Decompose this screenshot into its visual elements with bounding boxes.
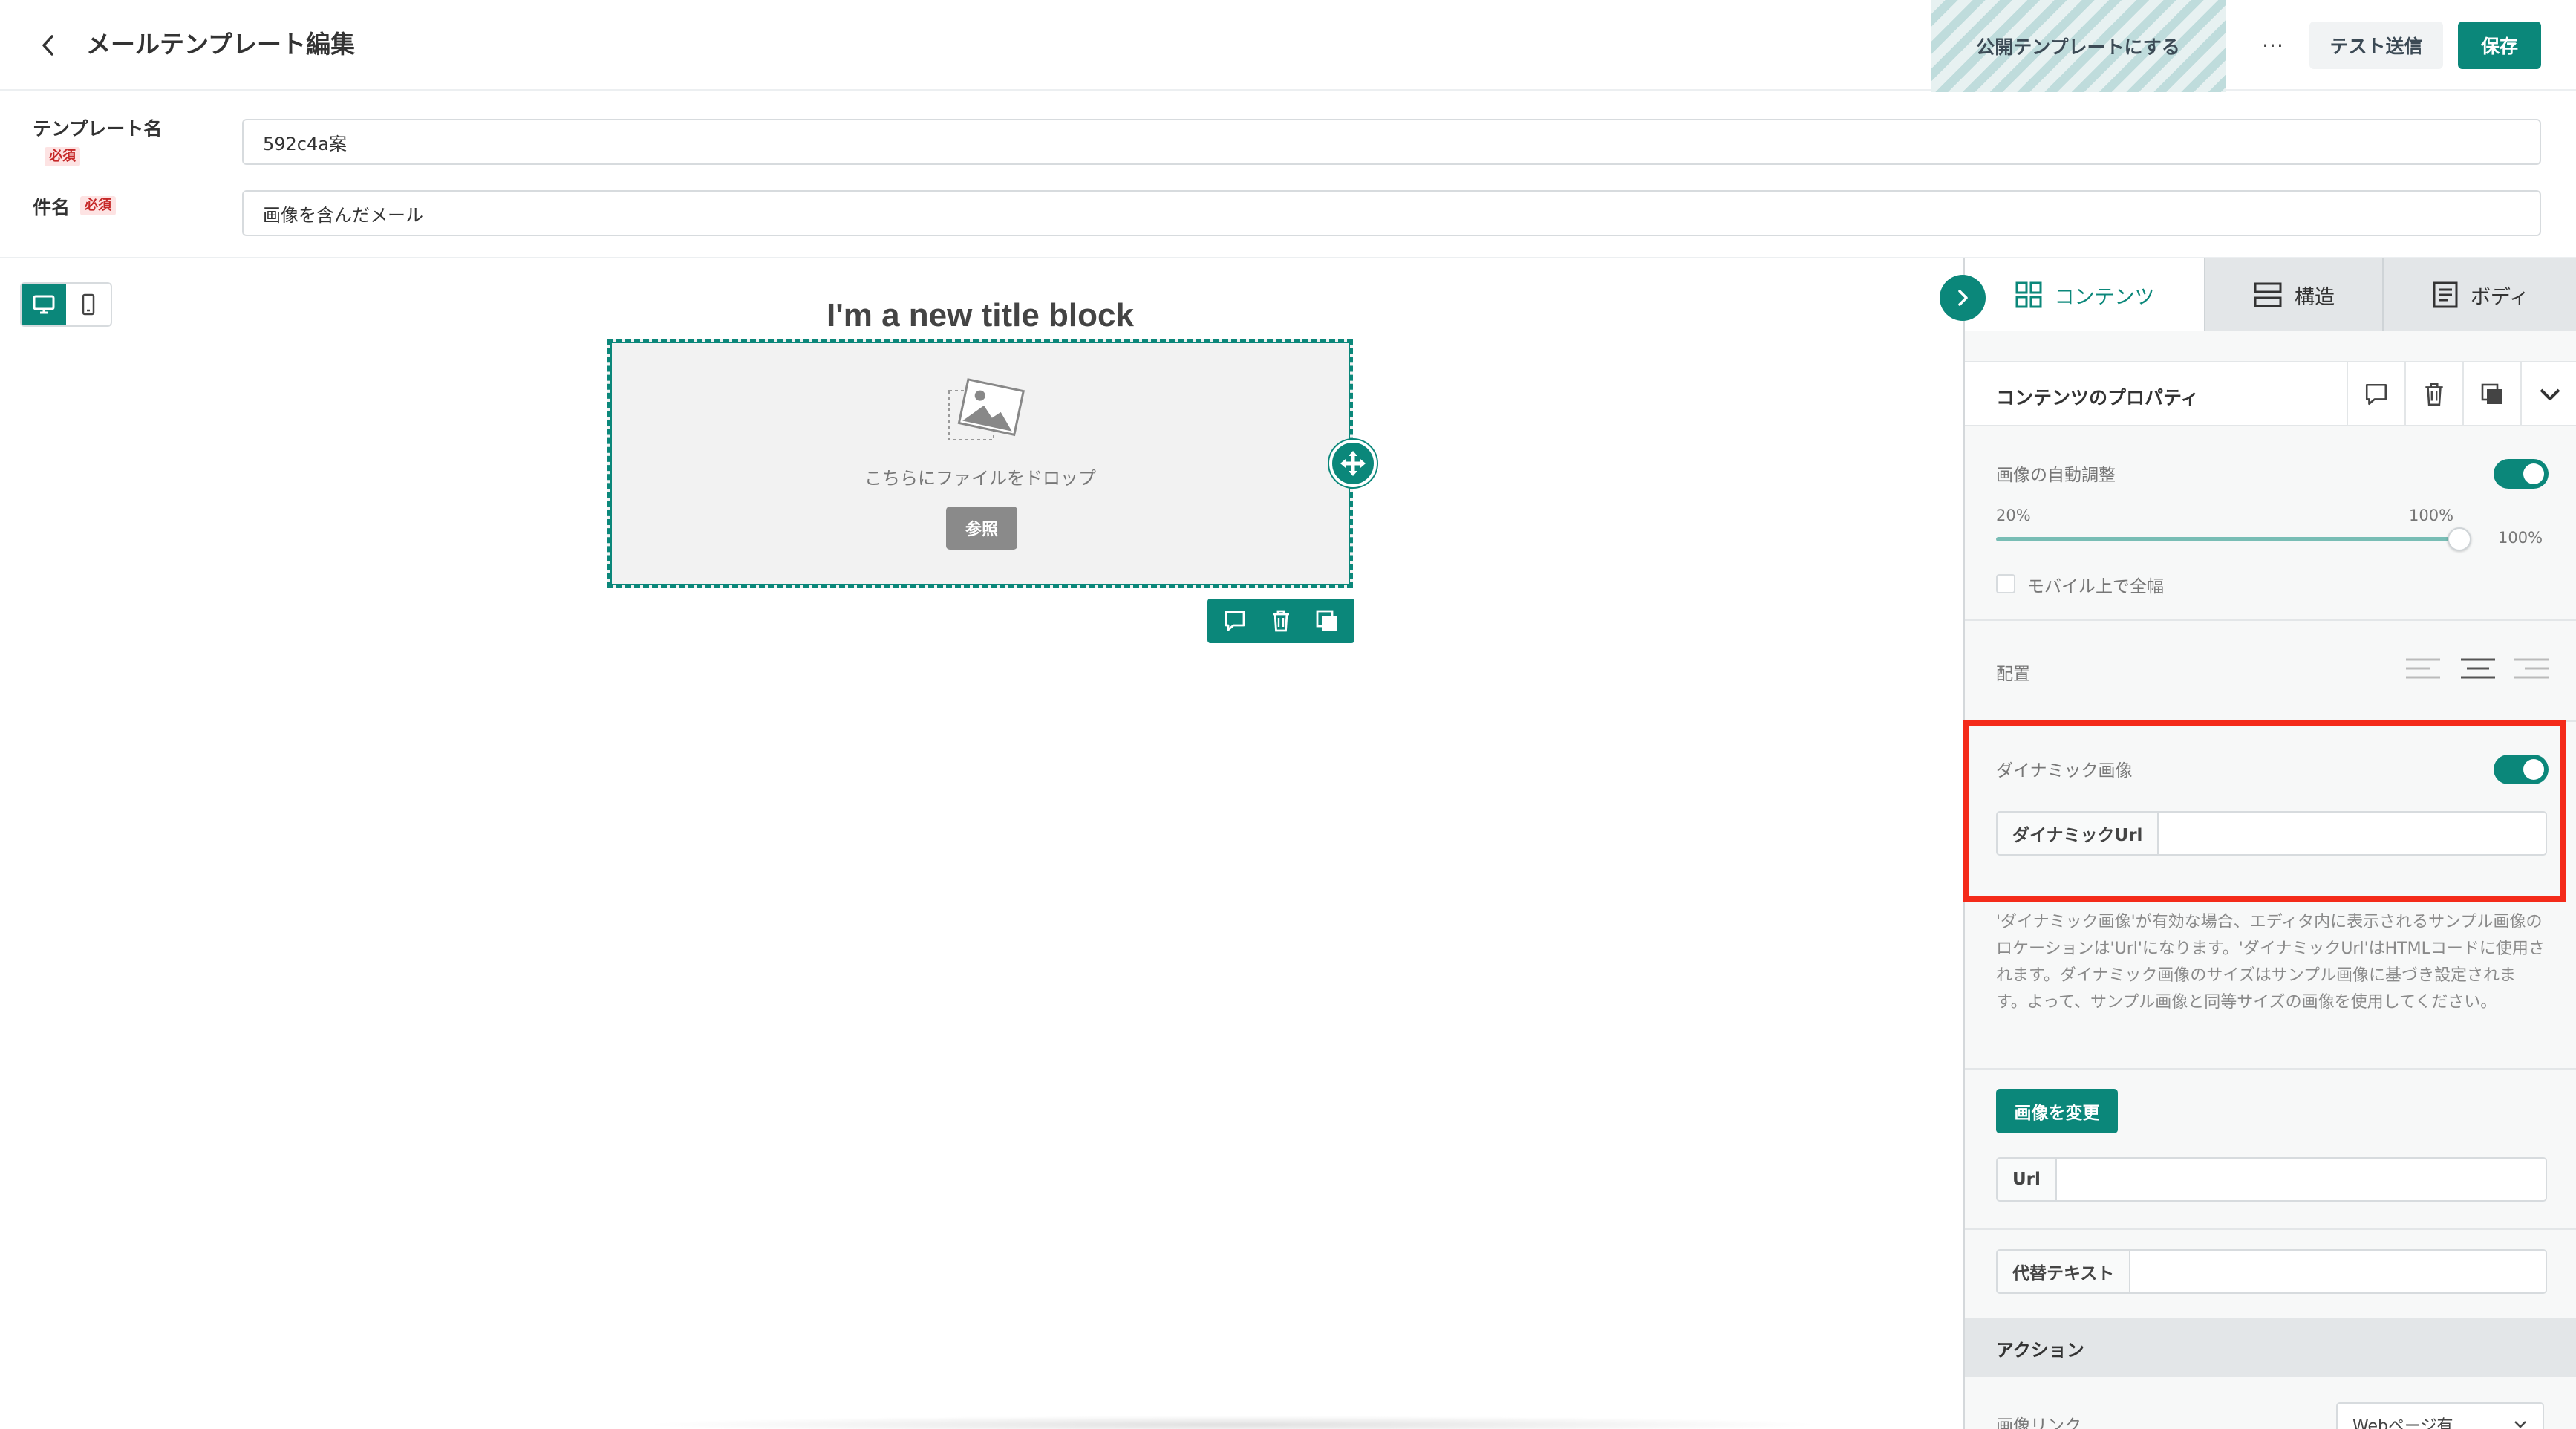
- content-properties-header: コンテンツのプロパティ: [1965, 361, 2576, 426]
- width-slider-thumb[interactable]: [2448, 527, 2471, 551]
- divider: [1965, 619, 2576, 621]
- duplicate-icon: [1316, 610, 1337, 631]
- action-section-title: アクション: [1996, 1340, 2084, 1361]
- title-block[interactable]: I'm a new title block: [609, 297, 1351, 334]
- chevron-down-icon: [2540, 388, 2560, 400]
- delete-block-button[interactable]: [1260, 602, 1302, 640]
- duplicate-icon: [2481, 383, 2502, 404]
- delete-button[interactable]: [2404, 362, 2462, 426]
- mobile-view-button[interactable]: [66, 284, 111, 325]
- content-properties-title: コンテンツのプロパティ: [1996, 387, 2200, 408]
- url-input[interactable]: [2056, 1159, 2546, 1200]
- image-link-select[interactable]: Webページ有: [2336, 1402, 2544, 1429]
- slider-value-label: 100%: [2498, 529, 2543, 547]
- desktop-icon: [33, 295, 55, 314]
- grid-icon: [2015, 281, 2041, 308]
- align-center-icon[interactable]: [2458, 654, 2498, 683]
- alt-text-field: 代替テキスト: [1996, 1249, 2547, 1294]
- document-icon: [2433, 281, 2458, 308]
- mobile-full-width-label: モバイル上で全幅: [2027, 577, 2164, 596]
- mobile-full-width-checkbox[interactable]: [1996, 574, 2015, 593]
- required-badge: 必須: [80, 196, 116, 215]
- alt-text-input[interactable]: [2130, 1251, 2546, 1292]
- move-handle[interactable]: [1329, 440, 1377, 487]
- dynamic-image-help-text: 'ダイナミック画像'が有効な場合、エディタ内に表示されるサンプル画像のロケーショ…: [1996, 913, 2545, 1012]
- image-placeholder-icon: [948, 378, 1025, 440]
- template-name-input[interactable]: [242, 119, 2541, 165]
- action-section-header: アクション: [1965, 1318, 2576, 1377]
- panel-tabs: コンテンツ 構造 ボディ: [1965, 258, 2576, 331]
- required-badge: 必須: [45, 147, 80, 166]
- template-form: テンプレート名 必須 件名 必須: [0, 92, 2576, 258]
- change-image-button[interactable]: 画像を変更: [1996, 1089, 2118, 1133]
- divider: [1965, 1228, 2576, 1230]
- publish-template-button[interactable]: 公開テンプレートにする: [1931, 0, 2226, 92]
- comment-button[interactable]: [1214, 602, 1256, 640]
- drop-zone-text: こちらにファイルをドロップ: [864, 468, 1096, 489]
- chevron-down-icon: [2514, 1421, 2526, 1428]
- tab-structure-label: 構造: [2295, 285, 2335, 309]
- template-name-label: テンプレート名: [33, 118, 163, 140]
- auto-resize-label: 画像の自動調整: [1996, 466, 2116, 485]
- duplicate-block-button[interactable]: [1306, 602, 1348, 640]
- rows-icon: [2254, 282, 2282, 307]
- move-arrows-icon: [1340, 451, 1366, 476]
- page-title: メールテンプレート編集: [86, 30, 356, 59]
- collapse-panel-button[interactable]: [1940, 275, 1986, 321]
- block-toolbar: [1207, 599, 1354, 643]
- dynamic-image-highlight-box: [1963, 720, 2566, 902]
- tab-body-label: ボディ: [2470, 285, 2530, 309]
- comment-icon: [2365, 383, 2387, 406]
- canvas-bottom-shadow: [639, 1416, 1827, 1429]
- collapse-properties-button[interactable]: [2520, 362, 2576, 426]
- url-addon: Url: [1998, 1159, 2057, 1200]
- tab-structure[interactable]: 構造: [2204, 258, 2382, 331]
- slider-max-label: 100%: [2409, 507, 2454, 524]
- trash-icon: [1273, 610, 1289, 632]
- alignment-label: 配置: [1996, 665, 2030, 684]
- divider: [1965, 1068, 2576, 1070]
- save-button[interactable]: 保存: [2458, 22, 2541, 69]
- slider-min-label: 20%: [1996, 507, 2031, 524]
- desktop-view-button[interactable]: [22, 284, 66, 325]
- device-preview-toggle: [20, 282, 112, 327]
- auto-resize-toggle[interactable]: [2494, 459, 2549, 489]
- tab-content[interactable]: コンテンツ: [1965, 258, 2204, 331]
- more-options-button[interactable]: ···: [2250, 22, 2296, 68]
- browse-button[interactable]: 参照: [946, 507, 1017, 550]
- duplicate-button[interactable]: [2462, 362, 2520, 426]
- image-link-value: Webページ有: [2352, 1417, 2453, 1429]
- comment-icon: [1225, 611, 1245, 631]
- alt-text-addon: 代替テキスト: [1998, 1251, 2131, 1292]
- chevron-left-icon: [42, 35, 53, 56]
- image-link-label: 画像リンク: [1996, 1416, 2081, 1429]
- trash-icon: [2425, 383, 2443, 406]
- tab-content-label: コンテンツ: [2054, 285, 2155, 309]
- align-left-icon[interactable]: [2403, 654, 2443, 683]
- comment-button[interactable]: [2347, 362, 2404, 426]
- image-block[interactable]: こちらにファイルをドロップ 参照: [607, 339, 1353, 588]
- chevron-right-icon: [1958, 290, 1968, 306]
- subject-label: 件名: [33, 197, 71, 218]
- test-send-button[interactable]: テスト送信: [2309, 22, 2443, 69]
- top-header: メールテンプレート編集 公開テンプレートにする ··· テスト送信 保存: [0, 0, 2576, 92]
- back-button[interactable]: [30, 27, 67, 64]
- url-field: Url: [1996, 1157, 2547, 1202]
- tab-body[interactable]: ボディ: [2382, 258, 2576, 331]
- mobile-icon: [82, 293, 95, 316]
- subject-input[interactable]: [242, 190, 2541, 236]
- align-right-icon[interactable]: [2511, 654, 2551, 683]
- width-slider-track[interactable]: [1996, 537, 2456, 541]
